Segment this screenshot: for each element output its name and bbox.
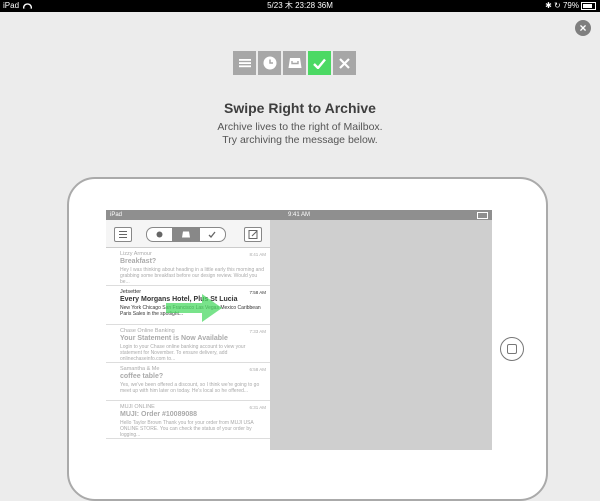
menu-icon	[233, 51, 256, 75]
message-list-pane: Lizzy Armour 8:41 AM Breakfast? Hey I wa…	[106, 220, 270, 450]
mailbox-segmented-control	[146, 227, 226, 242]
action-icon-bar	[233, 51, 356, 75]
check-icon	[208, 231, 216, 238]
list-toolbar	[106, 220, 270, 248]
ipad-screen: iPad 9:41 AM Lizzy Armour 8:41 AM Breakf…	[106, 210, 492, 450]
message-time: 8:41 AM	[249, 252, 266, 257]
message-time: 7:58 AM	[249, 290, 266, 295]
message-time: 6:58 AM	[249, 367, 266, 372]
message-row[interactable]: Chase Online Banking 7:33 AM Your Statem…	[106, 325, 270, 363]
tray-icon	[283, 51, 306, 75]
instructions-line-2: Try archiving the message below.	[222, 134, 378, 146]
clock-icon	[258, 51, 281, 75]
mini-status-time: 9:41 AM	[287, 212, 310, 218]
message-preview: Hello Taylor Brown Thank you for your or…	[120, 420, 254, 438]
swipe-right-arrow-icon	[166, 294, 222, 322]
message-subject: MUJI: Order #10089088	[120, 411, 198, 418]
status-bar: iPad 5/23 木 23:28 36M ✱ ↻ 79%	[0, 0, 600, 12]
message-preview: Yes, we've been offered a discount, so I…	[120, 382, 260, 394]
message-row-active[interactable]: Jetsetter 7:58 AM Every Morgans Hotel, P…	[106, 286, 270, 325]
message-list: Lizzy Armour 8:41 AM Breakfast? Hey I wa…	[106, 248, 270, 439]
message-subject: coffee table?	[120, 373, 164, 380]
status-datetime: 5/23 木 23:28 36M	[267, 1, 333, 10]
message-subject: Your Statement is Now Available	[120, 335, 228, 342]
message-detail-pane	[272, 220, 492, 450]
archive-tab[interactable]	[198, 228, 225, 241]
instructions-line-1: Archive lives to the right of Mailbox.	[217, 121, 383, 133]
battery-icon	[581, 1, 596, 10]
close-icon	[333, 51, 356, 75]
message-sender: MUJI ONLINE	[120, 404, 155, 410]
message-sender: Lizzy Armour	[120, 251, 152, 257]
message-row[interactable]: Samantha & Me 6:58 AM coffee table? Yes,…	[106, 363, 270, 401]
inbox-tab[interactable]	[172, 228, 199, 241]
tray-icon	[181, 231, 190, 238]
compose-button[interactable]	[244, 227, 262, 242]
close-button[interactable]: ×	[575, 20, 591, 36]
page-title: Swipe Right to Archive	[224, 100, 376, 116]
home-button-icon	[500, 337, 524, 361]
message-row[interactable]: Lizzy Armour 8:41 AM Breakfast? Hey I wa…	[106, 248, 270, 286]
mini-battery-icon	[477, 212, 488, 219]
message-subject: Breakfast?	[120, 258, 157, 265]
message-preview: Hey I was thinking about heading in a li…	[120, 267, 264, 285]
message-sender: Samantha & Me	[120, 366, 160, 372]
message-time: 6:31 AM	[249, 405, 266, 410]
message-time: 7:33 AM	[249, 329, 266, 334]
message-preview: Login to your Chase online banking accou…	[120, 344, 246, 362]
menu-button[interactable]	[114, 227, 132, 242]
mini-status-bar: iPad 9:41 AM	[106, 210, 492, 220]
later-tab[interactable]	[147, 228, 172, 241]
message-row[interactable]: MUJI ONLINE 6:31 AM MUJI: Order #1008908…	[106, 401, 270, 439]
check-icon	[308, 51, 331, 75]
message-sender: Chase Online Banking	[120, 328, 175, 334]
clock-icon	[156, 231, 163, 238]
status-battery: ✱ ↻ 79%	[545, 0, 596, 12]
instructions: Archive lives to the right of Mailbox. T…	[0, 121, 600, 147]
